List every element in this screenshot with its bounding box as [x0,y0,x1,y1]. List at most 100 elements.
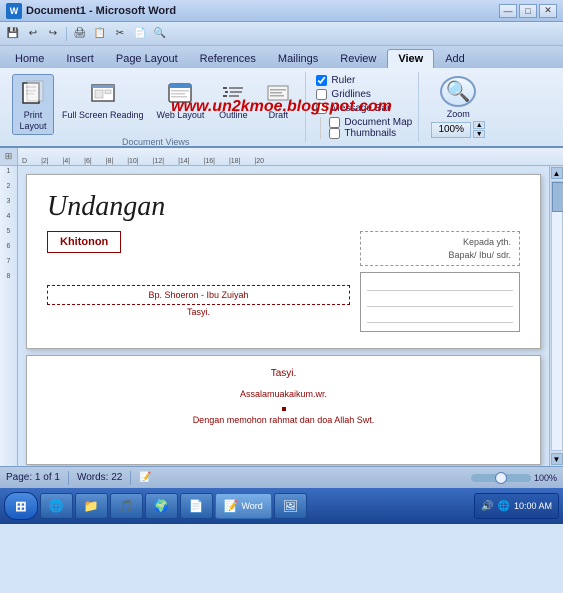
taskbar-media[interactable]: 🎵 [110,493,143,519]
toolbar-separator [66,27,67,41]
zoom-spinner: ▲ ▼ [473,121,485,138]
taskbar-photo[interactable]: 🖼 [274,493,307,519]
draft-icon [262,77,294,109]
show-hide-group: Ruler Gridlines Message Bar Document Map… [310,72,419,142]
messagebar-checkbox[interactable] [316,103,327,114]
print-button[interactable]: 🖨 [71,25,89,43]
status-separator-1 [68,471,69,485]
ie-icon: 🌐 [49,499,64,513]
zoom-button[interactable]: 🔍 [440,76,476,107]
show-hide-col2: Document Map Thumbnails [320,117,412,139]
full-screen-button[interactable]: Full Screen Reading [57,74,149,124]
taskbar-ie[interactable]: 🌐 [40,493,73,519]
page2-divider [282,407,286,411]
sender-sub: Tasyi. [47,307,350,317]
title-text: Document1 - Microsoft Word [26,5,499,17]
gridlines-checkbox[interactable] [316,89,327,100]
doc-icon: 📄 [189,499,204,513]
messagebar-checkbox-item[interactable]: Message Bar [316,103,412,114]
zoom-down-button[interactable]: ▼ [473,130,485,138]
docmap-checkbox-item[interactable]: Document Map [329,117,412,128]
tab-mailings[interactable]: Mailings [267,49,329,68]
chrome-icon: 🌍 [154,499,169,513]
print-layout-button[interactable]: PrintLayout [12,74,54,135]
address-line-3 [367,311,513,323]
zoom-label: Zoom [447,109,470,119]
doc-right-col: Kepada yth. Bapak/ Ibu/ sdr. [360,231,520,332]
cut-button[interactable]: ✂ [111,25,129,43]
tab-home[interactable]: Home [4,49,55,68]
scroll-track [551,181,563,451]
draft-label: Draft [269,110,289,121]
maximize-button[interactable]: □ [519,4,537,18]
outline-button[interactable]: Outline [212,74,254,124]
folder-icon: 📁 [84,499,99,513]
app-icon: W [6,3,22,19]
doc-left-col: Khitonon Bp. Shoeron - Ibu Zuiyah Tasyi. [47,231,350,332]
zoom-slider-thumb[interactable] [495,472,507,484]
scroll-up-button[interactable]: ▲ [551,167,563,179]
taskbar-folder[interactable]: 📁 [75,493,108,519]
vertical-ruler: 1 2 3 4 5 6 7 8 [0,166,18,466]
page2-line3: Dengan memohon rahmat dan doa Allah Swt. [47,415,520,425]
minimize-button[interactable]: — [499,4,517,18]
redo-button[interactable]: ↪ [44,25,62,43]
windows-icon: ⊞ [15,498,27,515]
media-icon: 🎵 [119,499,134,513]
tray-time: 10:00 AM [514,501,552,511]
taskbar-chrome[interactable]: 🌍 [145,493,178,519]
gridlines-checkbox-item[interactable]: Gridlines [316,89,412,100]
draft-button[interactable]: Draft [257,74,299,124]
scroll-down-button[interactable]: ▼ [551,453,563,465]
print-layout-label: PrintLayout [19,110,46,132]
undo-button[interactable]: ↩ [24,25,42,43]
ruler-checkbox[interactable] [316,75,327,86]
taskbar-word[interactable]: 📝 Word [215,493,272,519]
tab-review[interactable]: Review [329,49,387,68]
address-header-box: Kepada yth. Bapak/ Ibu/ sdr. [360,231,520,266]
zoom-group: 🔍 Zoom 100% ▲ ▼ [423,72,493,142]
ruler-container: ⊞ D |2| |4| |6| |8| |10| |12| |14| |16| … [0,148,563,166]
page2-line2: Assalamuakaikum.wr. [47,389,520,399]
zoom-slider-track[interactable] [471,474,531,482]
tab-page-layout[interactable]: Page Layout [105,49,189,68]
zoom-controls: 100% ▲ ▼ [431,121,485,138]
tab-add[interactable]: Add [434,49,476,68]
ruler-checkbox-item[interactable]: Ruler [316,75,412,86]
scroll-thumb[interactable] [552,182,563,212]
word-taskbar-label: Word [241,501,262,511]
ribbon-tabs: Home Insert Page Layout References Maili… [0,46,563,68]
scrollbar[interactable]: ▲ ▼ [549,166,563,466]
ruler-corner: ⊞ [0,148,18,166]
main-area: 1 2 3 4 5 6 7 8 Undangan Khitonon Bp. Sh… [0,166,563,466]
close-button[interactable]: ✕ [539,4,557,18]
tab-references[interactable]: References [189,49,267,68]
taskbar-doc[interactable]: 📄 [180,493,213,519]
tab-insert[interactable]: Insert [55,49,105,68]
docmap-checkbox[interactable] [329,117,340,128]
save-button[interactable]: 💾 [4,25,22,43]
address-line-2 [367,295,513,307]
status-zoom: 100% [471,473,557,483]
system-tray: 🔊 🌐 10:00 AM [474,493,559,519]
address-line-1 [367,279,513,291]
thumbnails-checkbox[interactable] [329,128,340,139]
start-button[interactable]: ⊞ [4,492,38,520]
zoom-up-button[interactable]: ▲ [473,121,485,129]
thumbnails-checkbox-item[interactable]: Thumbnails [329,128,412,139]
new-button[interactable]: 📄 [131,25,149,43]
messagebar-label: Message Bar [331,103,390,114]
address-header: Kepada yth. [369,236,511,249]
ruler-mark: D [22,158,27,165]
tab-view[interactable]: View [387,49,434,69]
document-scroll-area[interactable]: Undangan Khitonon Bp. Shoeron - Ibu Zuiy… [18,166,549,466]
photo-icon: 🖼 [283,499,298,513]
views-buttons: PrintLayout Full Screen Reading [12,74,299,135]
web-layout-button[interactable]: Web Layout [152,74,210,124]
copy-button[interactable]: 📋 [91,25,109,43]
gridlines-label: Gridlines [331,89,370,100]
full-screen-icon [87,77,119,109]
status-separator-2 [130,471,131,485]
find-button[interactable]: 🔍 [151,25,169,43]
zoom-percent-display[interactable]: 100% [431,122,471,138]
